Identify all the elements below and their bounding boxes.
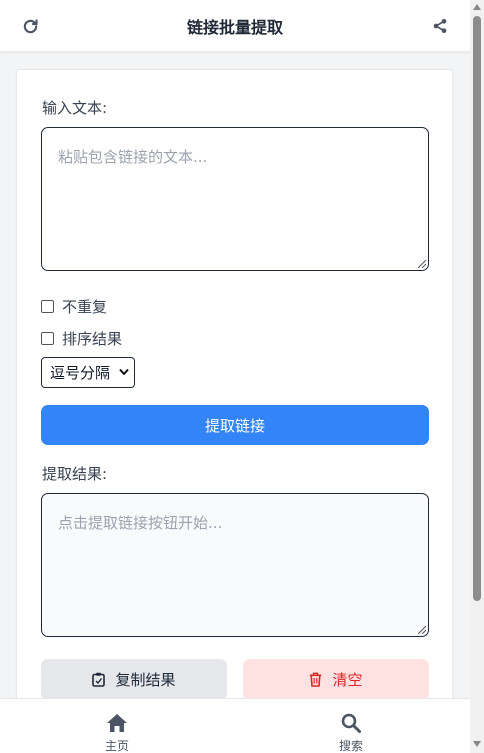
nav-home[interactable]: 主页 xyxy=(87,713,147,753)
output-label: 提取结果: xyxy=(42,465,108,483)
bottom-nav: 主页 搜索 xyxy=(0,698,470,753)
refresh-icon[interactable] xyxy=(19,15,41,37)
unique-label: 不重复 xyxy=(62,298,108,316)
separator-select[interactable]: 逗号分隔 xyxy=(41,357,135,388)
scroll-up-icon[interactable] xyxy=(473,4,481,10)
home-icon xyxy=(107,714,127,732)
option-sort[interactable]: 排序结果 xyxy=(41,328,122,349)
nav-home-label: 主页 xyxy=(104,739,129,753)
nav-search-label: 搜索 xyxy=(338,739,363,753)
clear-button[interactable]: 清空 xyxy=(243,659,429,700)
resize-handle-icon[interactable] xyxy=(418,260,426,268)
search-icon xyxy=(341,713,361,733)
scrollbar-thumb[interactable] xyxy=(473,16,481,601)
copy-button-label: 复制结果 xyxy=(115,671,176,689)
page-title: 链接批量提取 xyxy=(186,17,283,37)
nav-search[interactable]: 搜索 xyxy=(321,713,381,753)
option-unique[interactable]: 不重复 xyxy=(41,296,107,317)
input-placeholder: 粘贴包含链接的文本... xyxy=(58,148,208,166)
app-header: 链接批量提取 xyxy=(0,0,470,52)
output-textarea[interactable]: 点击提取链接按钮开始... xyxy=(41,493,429,637)
copy-button[interactable]: 复制结果 xyxy=(41,659,227,700)
scrollbar[interactable] xyxy=(470,0,484,753)
trash-icon xyxy=(309,672,322,687)
input-textarea[interactable]: 粘贴包含链接的文本... xyxy=(41,127,429,271)
extract-button[interactable]: 提取链接 xyxy=(41,405,429,445)
clipboard-icon xyxy=(92,672,106,687)
output-placeholder: 点击提取链接按钮开始... xyxy=(58,514,223,532)
share-icon[interactable] xyxy=(429,15,451,37)
clear-button-label: 清空 xyxy=(332,671,363,689)
resize-handle-icon[interactable] xyxy=(418,626,426,634)
sort-checkbox[interactable] xyxy=(41,332,54,345)
input-label: 输入文本: xyxy=(42,99,108,117)
extract-button-label: 提取链接 xyxy=(204,416,265,435)
separator-value: 逗号分隔 xyxy=(50,364,111,382)
extractor-card: 输入文本: 粘贴包含链接的文本... 不重复 排序结果 逗号分隔 提取链接 提取… xyxy=(16,69,453,719)
sort-label: 排序结果 xyxy=(62,330,123,348)
unique-checkbox[interactable] xyxy=(41,300,54,313)
scroll-down-icon[interactable] xyxy=(473,741,481,747)
chevron-down-icon xyxy=(119,368,129,375)
